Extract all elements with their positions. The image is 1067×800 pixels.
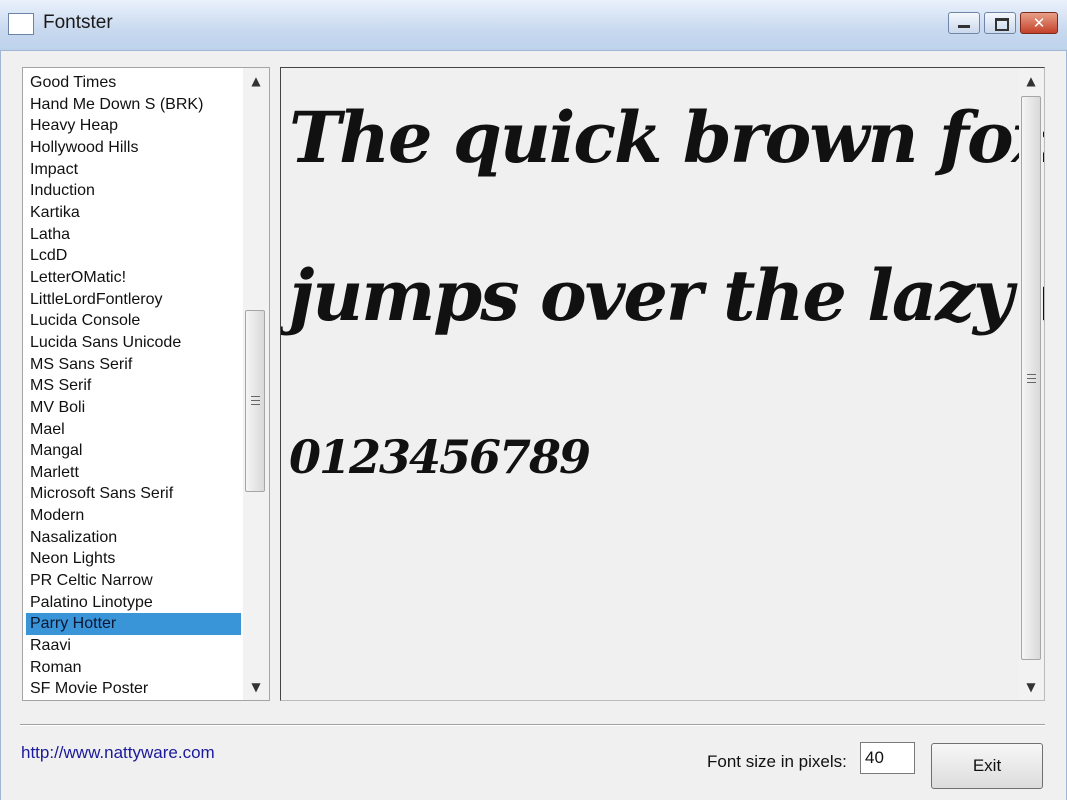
- font-list-item[interactable]: Neon Lights: [26, 548, 241, 570]
- grip-line: [1027, 378, 1036, 379]
- font-preview-pane: The quick brown fox jumps over the lazy …: [280, 67, 1045, 701]
- font-list-item[interactable]: Nasalization: [26, 527, 241, 549]
- grip-line: [251, 396, 260, 397]
- minimize-icon: [958, 25, 970, 28]
- font-list-item[interactable]: Latha: [26, 224, 241, 246]
- scroll-down-icon[interactable]: ▼: [243, 676, 269, 698]
- app-icon: [8, 13, 34, 35]
- font-list-item[interactable]: LittleLordFontleroy: [26, 289, 241, 311]
- font-list-item[interactable]: Lucida Sans Unicode: [26, 332, 241, 354]
- font-list-item[interactable]: Heavy Heap: [26, 115, 241, 137]
- font-list-item[interactable]: Mael: [26, 419, 241, 441]
- scroll-up-icon[interactable]: ▲: [243, 70, 269, 92]
- font-list-item[interactable]: Induction: [26, 180, 241, 202]
- preview-line-1: The quick brown fox: [289, 96, 1045, 179]
- preview-scroll-thumb[interactable]: [1021, 96, 1041, 660]
- font-list-item[interactable]: Microsoft Sans Serif: [26, 483, 241, 505]
- font-list[interactable]: Good Times Hand Me Down S (BRK) Heavy Heap…: [22, 67, 270, 701]
- preview-scroll-down-icon[interactable]: ▼: [1019, 676, 1043, 698]
- grip-line: [251, 400, 260, 401]
- font-list-item[interactable]: Good Times: [26, 72, 241, 94]
- font-list-item[interactable]: MS Sans Serif: [26, 354, 241, 376]
- font-list-item[interactable]: SF Movie Poster: [26, 678, 241, 700]
- font-list-item[interactable]: Roman: [26, 657, 241, 679]
- footer-separator: [20, 724, 1045, 726]
- font-size-input[interactable]: [860, 742, 915, 774]
- font-size-label: Font size in pixels:: [707, 752, 847, 771]
- font-list-item[interactable]: Marlett: [26, 462, 241, 484]
- font-list-item[interactable]: LcdD: [26, 245, 241, 267]
- title-bar[interactable]: Fontster ✕: [0, 0, 1067, 51]
- maximize-icon: [995, 18, 1009, 31]
- font-list-item[interactable]: Impact: [26, 159, 241, 181]
- font-list-item[interactable]: PR Celtic Narrow: [26, 570, 241, 592]
- font-list-item[interactable]: Modern: [26, 505, 241, 527]
- grip-line: [1027, 382, 1036, 383]
- font-list-scroll-thumb[interactable]: [245, 310, 265, 492]
- font-list-item[interactable]: Mangal: [26, 440, 241, 462]
- font-list-item[interactable]: Hand Me Down S (BRK): [26, 94, 241, 116]
- preview-digits: 0123456789: [289, 430, 591, 484]
- font-list-item[interactable]: MS Serif: [26, 375, 241, 397]
- preview-scrollbar[interactable]: ▲ ▼: [1019, 68, 1043, 700]
- font-list-item-selected[interactable]: Parry Hotter: [26, 613, 241, 636]
- font-list-item[interactable]: Lucida Console: [26, 310, 241, 332]
- minimize-button[interactable]: [948, 12, 980, 34]
- exit-button[interactable]: Exit: [931, 743, 1043, 789]
- window-title: Fontster: [43, 12, 113, 33]
- font-list-item[interactable]: Palatino Linotype: [26, 592, 241, 614]
- preview-scroll-up-icon[interactable]: ▲: [1019, 70, 1043, 92]
- close-button[interactable]: ✕: [1020, 12, 1058, 34]
- grip-line: [1027, 374, 1036, 375]
- font-list-item[interactable]: LetterOMatic!: [26, 267, 241, 289]
- font-list-item[interactable]: Hollywood Hills: [26, 137, 241, 159]
- close-icon: ✕: [1032, 14, 1046, 32]
- website-link[interactable]: http://www.nattyware.com: [21, 743, 215, 763]
- font-list-items: Good Times Hand Me Down S (BRK) Heavy Heap…: [26, 72, 241, 700]
- grip-line: [251, 404, 260, 405]
- font-list-item[interactable]: MV Boli: [26, 397, 241, 419]
- font-list-item[interactable]: Kartika: [26, 202, 241, 224]
- fontster-window: Fontster ✕ Good Times Hand Me Down S (BRK…: [0, 0, 1067, 800]
- font-list-scrollbar[interactable]: ▲ ▼: [243, 68, 269, 700]
- preview-line-2: jumps over the lazy dog.: [289, 254, 1044, 337]
- maximize-button[interactable]: [984, 12, 1016, 34]
- font-list-item[interactable]: Raavi: [26, 635, 241, 657]
